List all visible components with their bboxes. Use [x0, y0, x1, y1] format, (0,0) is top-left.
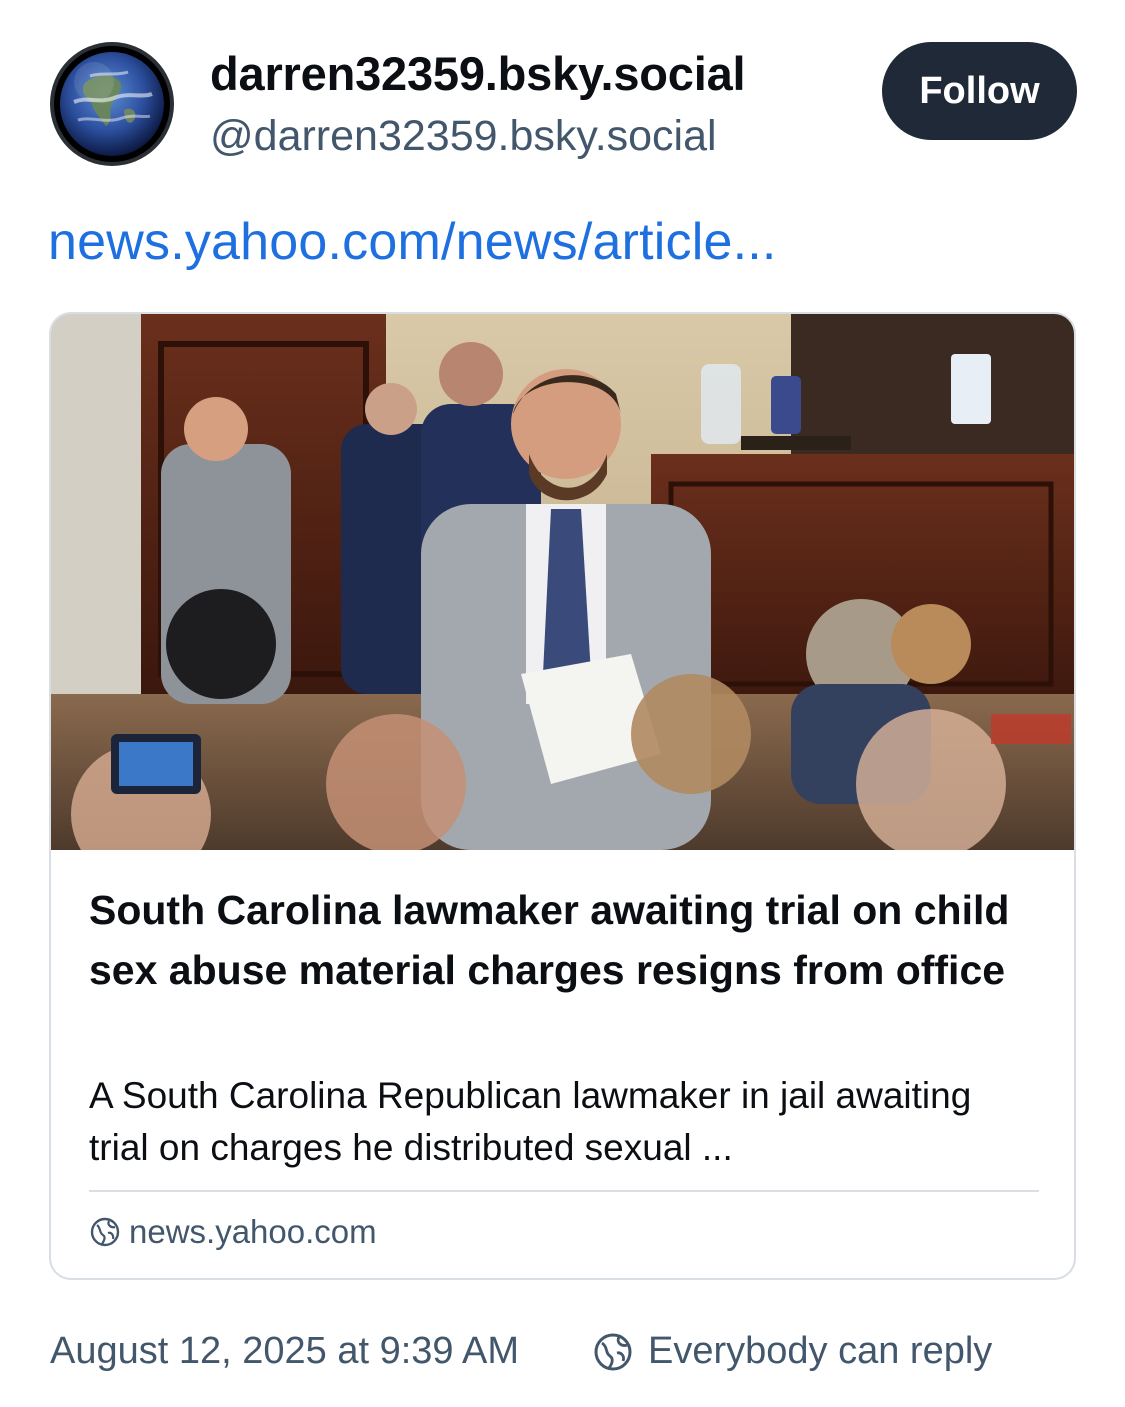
card-source-domain: news.yahoo.com: [129, 1213, 377, 1250]
globe-icon: [594, 1333, 632, 1370]
follow-button[interactable]: Follow: [882, 42, 1077, 140]
avatar[interactable]: [50, 42, 174, 166]
post-link[interactable]: news.yahoo.com/news/article...: [48, 212, 777, 272]
card-divider: [89, 1190, 1039, 1192]
post: darren32359.bsky.social @darren32359.bsk…: [0, 0, 1125, 1407]
link-preview-card[interactable]: South Carolina lawmaker awaiting trial o…: [49, 312, 1076, 1280]
author-handle[interactable]: @darren32359.bsky.social: [210, 112, 717, 161]
post-timestamp[interactable]: August 12, 2025 at 9:39 AM: [50, 1330, 519, 1373]
earth-globe-avatar-icon: [54, 46, 170, 162]
reply-setting[interactable]: Everybody can reply: [592, 1330, 992, 1373]
legislature-chamber-photo: [51, 314, 1074, 850]
globe-icon: [90, 1217, 120, 1247]
card-title[interactable]: South Carolina lawmaker awaiting trial o…: [89, 880, 1039, 1000]
display-name[interactable]: darren32359.bsky.social: [210, 46, 746, 101]
card-source: news.yahoo.com: [89, 1210, 377, 1254]
reply-setting-label: Everybody can reply: [648, 1330, 993, 1372]
card-description: A South Carolina Republican lawmaker in …: [89, 1075, 972, 1168]
